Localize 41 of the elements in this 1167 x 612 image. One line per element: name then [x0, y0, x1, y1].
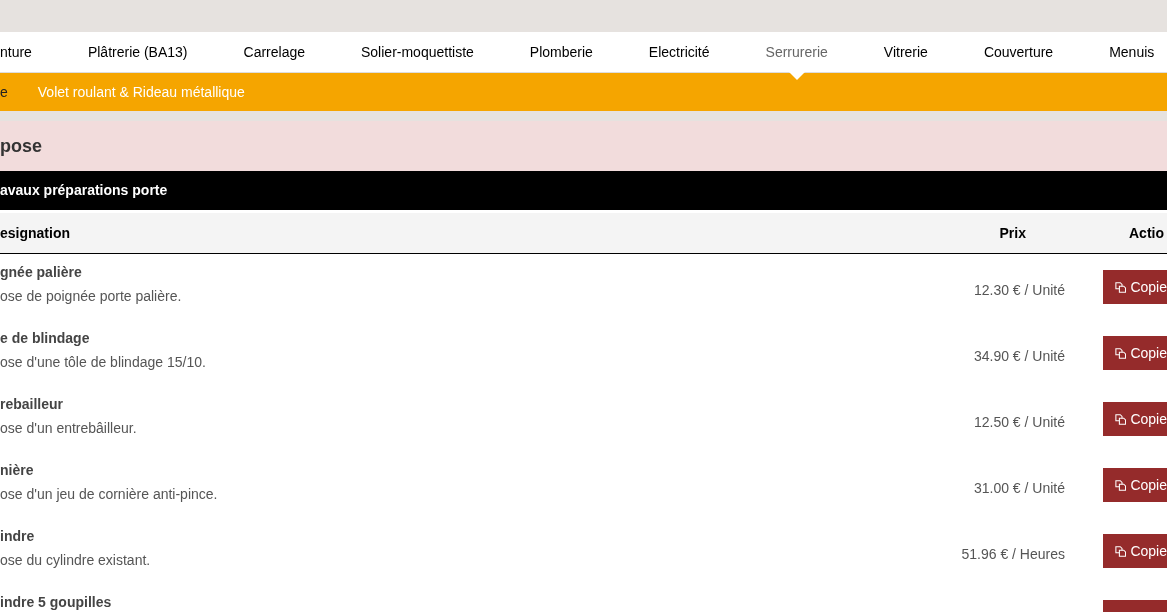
item-price: 31.00 € / Unité	[972, 479, 1065, 498]
nav-link[interactable]: Carrelage	[243, 32, 305, 72]
item-price: 51.96 € / Heures	[960, 545, 1065, 564]
column-header: Actio	[1129, 223, 1165, 243]
copy-button[interactable]: Copie	[1103, 468, 1167, 502]
copy-icon	[1115, 280, 1127, 294]
copy-button[interactable]: Copie	[1103, 534, 1167, 568]
item-price: 12.30 € / Unité	[972, 281, 1065, 300]
copy-button[interactable]: Copie	[1103, 402, 1167, 436]
item-title: nière	[0, 461, 35, 480]
copy-icon	[1115, 346, 1127, 360]
nav-link[interactable]: Plâtrerie (BA13)	[87, 32, 188, 72]
nav-link[interactable]: Vitrerie	[883, 32, 928, 72]
item-title: e de blindage	[0, 329, 91, 348]
column-header: esignation	[0, 223, 71, 243]
nav-link[interactable]: Plomberie	[529, 32, 593, 72]
nav-link[interactable]: Solier-moquettiste	[361, 32, 474, 72]
item-description: ose du cylindre existant.	[0, 551, 152, 570]
copy-button[interactable]: Copie	[1103, 270, 1167, 304]
nav-link[interactable]: Electricité	[648, 32, 710, 72]
sub-nav-link[interactable]: e	[0, 81, 8, 103]
copy-icon	[1115, 544, 1127, 558]
copy-icon	[1115, 478, 1127, 492]
nav-link[interactable]: Menuis	[1109, 32, 1155, 72]
item-description: ose d'un jeu de cornière anti-pince.	[0, 485, 219, 504]
item-description: ose de poignée porte palière.	[0, 287, 183, 306]
item-price: 12.50 € / Unité	[972, 413, 1065, 432]
item-description: ose d'une tôle de blindage 15/10.	[0, 353, 207, 372]
column-header: Prix	[998, 223, 1026, 243]
copy-icon	[1115, 412, 1127, 426]
nav-link[interactable]: nture	[0, 32, 32, 72]
item-price: 34.90 € / Unité	[972, 347, 1065, 366]
copy-button[interactable]: Copie	[1103, 336, 1167, 370]
nav-link[interactable]: Couverture	[983, 32, 1054, 72]
item-title: indre 5 goupilles	[0, 593, 113, 612]
item-title: gnée palière	[0, 263, 83, 282]
group-title: avaux préparations porte	[0, 181, 168, 200]
item-description: ose d'un entrebâilleur.	[0, 419, 138, 438]
item-title: indre	[0, 527, 36, 546]
item-title: rebailleur	[0, 395, 65, 414]
section-title: pose	[0, 134, 42, 158]
